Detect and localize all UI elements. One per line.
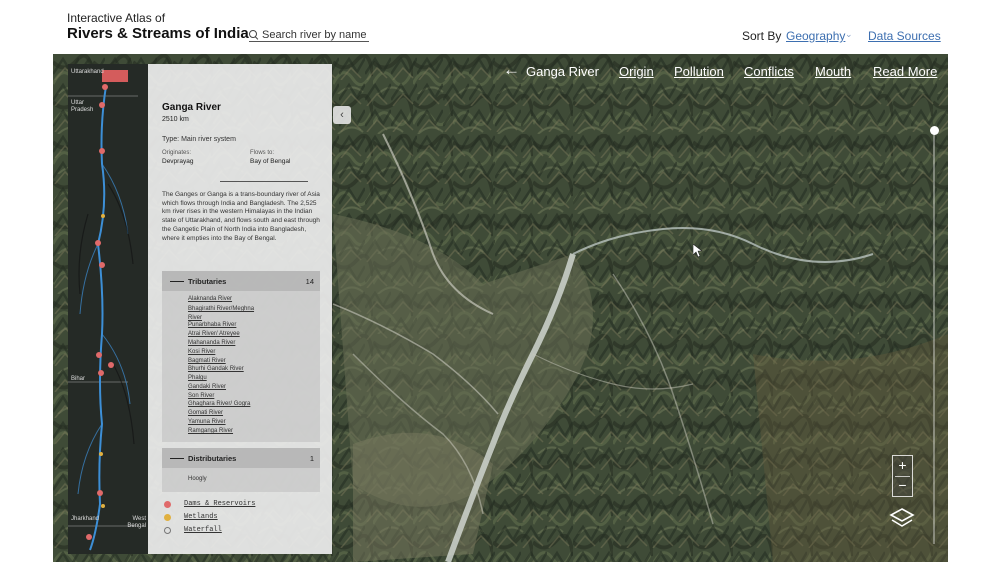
tributaries-count: 14 [305, 277, 314, 286]
tributaries-header[interactable]: Tributaries 14 [162, 271, 320, 291]
dam-marker[interactable] [99, 262, 105, 268]
zoom-in-button[interactable]: + [893, 456, 912, 476]
dam-marker[interactable] [99, 148, 105, 154]
nav-link-read-more[interactable]: Read More [873, 64, 937, 79]
back-arrow-icon[interactable]: ← [503, 61, 520, 78]
tributary-link[interactable]: Phalgu [188, 375, 207, 381]
tributary-link[interactable]: Ghaghara River/ Gogra [188, 401, 250, 407]
wetland-legend-icon [164, 514, 171, 521]
nav-link-origin[interactable]: Origin [619, 64, 654, 79]
river-course-minimap[interactable]: Uttarakhand Uttar Pradesh Bihar Jharkhan… [68, 64, 148, 554]
tributary-link[interactable]: Alaknanda River [188, 296, 232, 302]
flows-to-value: Bay of Bengal [250, 158, 291, 165]
river-line-icon [170, 281, 184, 282]
tributaries-section[interactable]: Tributaries 14 Alaknanda River Bhagirath… [162, 271, 320, 442]
dam-marker[interactable] [102, 84, 108, 90]
originates-label: Originates: [162, 150, 192, 156]
dam-marker[interactable] [86, 534, 92, 540]
search-input[interactable] [262, 28, 367, 41]
distributary-item[interactable]: Hoogly [188, 476, 207, 482]
river-info-panel: Ganga River 2510 km Type: Main river sys… [148, 64, 332, 554]
dam-legend-icon [164, 501, 171, 508]
tributary-link[interactable]: Yamuna River [188, 419, 226, 425]
chevron-down-icon[interactable]: ⌄ [845, 29, 853, 40]
river-description: The Ganges or Ganga is a trans-boundary … [162, 191, 320, 242]
distributaries-section[interactable]: Distributaries 1 Hoogly [162, 448, 320, 492]
waterfall-legend-icon [164, 527, 171, 534]
flows-to-label: Flows to: [250, 150, 275, 156]
zoom-slider-handle[interactable] [930, 126, 939, 135]
tributaries-label: Tributaries [188, 277, 227, 286]
layers-icon[interactable] [889, 506, 915, 532]
legend-label: Dams & Reservoirs [184, 500, 256, 508]
dam-marker[interactable] [98, 370, 104, 376]
tributary-link[interactable]: Bagmati River [188, 358, 226, 364]
wetland-marker[interactable] [101, 504, 105, 508]
nav-river-title: Ganga River [526, 64, 599, 79]
tributary-link[interactable]: Mahananda River [188, 340, 235, 346]
zoom-out-button[interactable]: − [893, 476, 912, 496]
state-label: Jharkhand [71, 516, 100, 522]
data-sources-link[interactable]: Data Sources [868, 29, 941, 43]
distributaries-label: Distributaries [188, 454, 237, 463]
zoom-slider-track[interactable] [933, 130, 935, 544]
distributaries-header[interactable]: Distributaries 1 [162, 448, 320, 468]
tributary-link[interactable]: Gandaki River [188, 384, 226, 390]
tributary-link[interactable]: Bhagirathi River/Meghna River [188, 305, 268, 322]
originates-value: Devprayag [162, 158, 194, 165]
legend-label: Wetlands [184, 513, 218, 521]
app-logo[interactable]: Interactive Atlas of Rivers & Streams of… [67, 11, 249, 43]
search-icon [249, 30, 258, 39]
legend-label: Waterfall [184, 526, 222, 534]
sort-dropdown[interactable]: Geography [786, 29, 845, 43]
divider [220, 181, 308, 182]
tributary-link[interactable]: Kosi River [188, 349, 215, 355]
collapse-panel-button[interactable]: ‹ [333, 106, 351, 124]
river-name: Ganga River [162, 102, 221, 113]
nav-link-conflicts[interactable]: Conflicts [744, 64, 794, 79]
nav-link-pollution[interactable]: Pollution [674, 64, 724, 79]
zoom-controls: + − [892, 455, 913, 497]
dam-marker[interactable] [95, 240, 101, 246]
tributary-link[interactable]: Gomati River [188, 410, 223, 416]
wetland-marker[interactable] [101, 214, 105, 218]
river-length: 2510 km [162, 116, 189, 123]
map-view[interactable]: ← Ganga River Origin Pollution Conflicts… [53, 54, 948, 562]
state-label: Bihar [71, 376, 86, 382]
nav-link-mouth[interactable]: Mouth [815, 64, 851, 79]
dam-marker[interactable] [99, 102, 105, 108]
state-label: West Bengal [127, 516, 146, 529]
dam-marker[interactable] [97, 490, 103, 496]
tributary-link[interactable]: Punarbhaba River [188, 322, 236, 328]
distributaries-count: 1 [309, 454, 314, 463]
tributary-link[interactable]: Son River [188, 393, 214, 399]
search-bar[interactable] [249, 28, 369, 42]
app-title: Rivers & Streams of India [67, 25, 249, 42]
tributary-link[interactable]: Ramganga River [188, 428, 233, 434]
river-course-path [68, 85, 138, 551]
dam-marker[interactable] [96, 352, 102, 358]
river-type: Type: Main river system [162, 136, 236, 143]
mouse-cursor-icon [693, 244, 703, 258]
sort-label: Sort By [742, 29, 782, 43]
app-subtitle: Interactive Atlas of [67, 11, 166, 25]
tributary-link[interactable]: Atrai River/ Atreyee [188, 331, 240, 337]
state-label: Uttar Pradesh [71, 100, 94, 113]
river-line-icon [170, 458, 184, 459]
state-label: Uttarakhand [71, 69, 104, 75]
dam-marker[interactable] [108, 362, 114, 368]
app-header: Interactive Atlas of Rivers & Streams of… [0, 0, 1000, 54]
tributary-link[interactable]: Bhurhi Gandak River [188, 366, 244, 372]
wetland-marker[interactable] [99, 452, 103, 456]
